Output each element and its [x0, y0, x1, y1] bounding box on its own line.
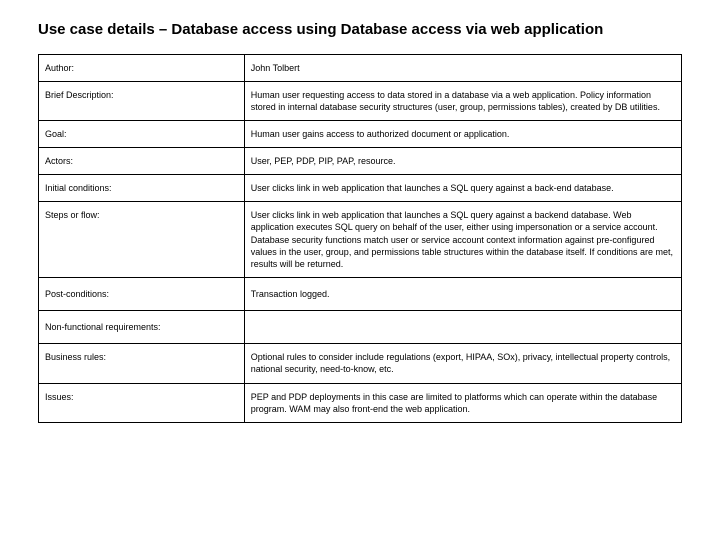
- row-value: User, PEP, PDP, PIP, PAP, resource.: [244, 148, 681, 175]
- row-value: Human user gains access to authorized do…: [244, 120, 681, 147]
- row-value: User clicks link in web application that…: [244, 175, 681, 202]
- row-value: User clicks link in web application that…: [244, 202, 681, 278]
- table-row: Non-functional requirements:: [39, 311, 682, 344]
- table-row: Initial conditions: User clicks link in …: [39, 175, 682, 202]
- use-case-table: Author: John Tolbert Brief Description: …: [38, 54, 682, 423]
- row-value: Optional rules to consider include regul…: [244, 344, 681, 383]
- page: Use case details – Database access using…: [0, 0, 720, 443]
- page-title: Use case details – Database access using…: [38, 20, 682, 40]
- row-label: Actors:: [39, 148, 245, 175]
- row-label: Steps or flow:: [39, 202, 245, 278]
- table-row: Business rules: Optional rules to consid…: [39, 344, 682, 383]
- table-row: Goal: Human user gains access to authori…: [39, 120, 682, 147]
- row-label: Initial conditions:: [39, 175, 245, 202]
- row-label: Goal:: [39, 120, 245, 147]
- row-label: Author:: [39, 54, 245, 81]
- row-value: Human user requesting access to data sto…: [244, 81, 681, 120]
- row-value: PEP and PDP deployments in this case are…: [244, 383, 681, 422]
- row-label: Business rules:: [39, 344, 245, 383]
- row-value: John Tolbert: [244, 54, 681, 81]
- table-row: Steps or flow: User clicks link in web a…: [39, 202, 682, 278]
- table-row: Issues: PEP and PDP deployments in this …: [39, 383, 682, 422]
- table-row: Actors: User, PEP, PDP, PIP, PAP, resour…: [39, 148, 682, 175]
- table-row: Post-conditions: Transaction logged.: [39, 278, 682, 311]
- row-label: Brief Description:: [39, 81, 245, 120]
- table-row: Brief Description: Human user requesting…: [39, 81, 682, 120]
- row-label: Non-functional requirements:: [39, 311, 245, 344]
- row-value: [244, 311, 681, 344]
- table-row: Author: John Tolbert: [39, 54, 682, 81]
- row-label: Post-conditions:: [39, 278, 245, 311]
- row-value: Transaction logged.: [244, 278, 681, 311]
- row-label: Issues:: [39, 383, 245, 422]
